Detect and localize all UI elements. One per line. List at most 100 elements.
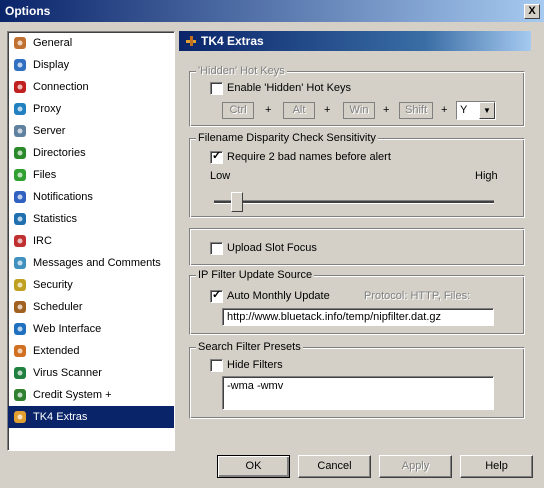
shift-key-button[interactable]: Shift bbox=[399, 102, 433, 119]
disparity-group: Filename Disparity Check Sensitivity Req… bbox=[189, 132, 525, 218]
ctrl-key-button[interactable]: Ctrl bbox=[222, 102, 254, 119]
tools-icon bbox=[14, 411, 26, 423]
win-key-button[interactable]: Win bbox=[343, 102, 375, 119]
sidebar-item-label: Virus Scanner bbox=[33, 367, 102, 379]
hide-filters-checkbox[interactable] bbox=[210, 359, 223, 372]
upload-slot-focus-checkbox[interactable] bbox=[210, 242, 223, 255]
sidebar-item-label: Web Interface bbox=[33, 323, 102, 335]
sidebar-item-label: Credit System + bbox=[33, 389, 112, 401]
sidebar-item-connection[interactable]: Connection bbox=[8, 76, 174, 98]
sidebar-item-label: Extended bbox=[33, 345, 80, 357]
irc-icon bbox=[14, 235, 26, 247]
credit-icon bbox=[14, 389, 26, 401]
sidebar-item-display[interactable]: Display bbox=[8, 54, 174, 76]
apply-button[interactable]: Apply bbox=[379, 455, 452, 478]
calendar-icon bbox=[14, 301, 26, 313]
sidebar-item-label: Messages and Comments bbox=[33, 257, 161, 269]
message-icon bbox=[14, 257, 26, 269]
sidebar-item-label: Notifications bbox=[33, 191, 93, 203]
sidebar-item-label: General bbox=[33, 37, 73, 49]
folder-icon bbox=[14, 147, 26, 159]
search-presets-legend: Search Filter Presets bbox=[196, 341, 303, 353]
sensitivity-slider-track[interactable] bbox=[214, 200, 494, 204]
sidebar-item-label: Server bbox=[33, 125, 66, 137]
auto-monthly-update-checkbox[interactable] bbox=[210, 288, 223, 303]
sidebar-item-credit-system[interactable]: Credit System + bbox=[8, 384, 174, 406]
options-sidebar: General Display Connection Proxy Server Direc… bbox=[7, 31, 175, 451]
ipfilter-group: IP Filter Update Source Auto Monthly Upd… bbox=[189, 269, 525, 335]
enable-hotkeys-label: Enable 'Hidden' Hot Keys bbox=[227, 82, 352, 94]
hotkeys-group: 'Hidden' Hot Keys Enable 'Hidden' Hot Ke… bbox=[189, 65, 525, 127]
web-icon bbox=[14, 323, 26, 335]
search-presets-group: Search Filter Presets Hide Filters -wma … bbox=[189, 341, 525, 419]
sidebar-item-scheduler[interactable]: Scheduler bbox=[8, 296, 174, 318]
panel-title: TK4 Extras bbox=[201, 34, 264, 48]
sidebar-item-label: Directories bbox=[33, 147, 86, 159]
hotkey-letter-value: Y bbox=[460, 104, 468, 116]
require-bad-names-label: Require 2 bad names before alert bbox=[227, 151, 391, 163]
sidebar-item-statistics[interactable]: Statistics bbox=[8, 208, 174, 230]
files-icon bbox=[14, 169, 26, 181]
protocol-label: Protocol: HTTP, Files: bbox=[364, 290, 471, 302]
sidebar-item-security[interactable]: Security bbox=[8, 274, 174, 296]
sidebar-item-label: Statistics bbox=[33, 213, 78, 225]
lock-icon bbox=[14, 279, 26, 291]
upload-slot-focus-label: Upload Slot Focus bbox=[227, 242, 317, 254]
ipfilter-legend: IP Filter Update Source bbox=[196, 269, 315, 281]
auto-monthly-update-label: Auto Monthly Update bbox=[227, 290, 330, 302]
gear-icon bbox=[14, 37, 26, 49]
sidebar-item-virus-scanner[interactable]: Virus Scanner bbox=[8, 362, 174, 384]
plus-sign: + bbox=[383, 104, 390, 116]
sidebar-item-label: Proxy bbox=[33, 103, 62, 115]
globe-icon bbox=[14, 103, 26, 115]
sidebar-item-files[interactable]: Files bbox=[8, 164, 174, 186]
sidebar-item-notifications[interactable]: Notifications bbox=[8, 186, 174, 208]
ok-button[interactable]: OK bbox=[217, 455, 290, 478]
sidebar-item-irc[interactable]: IRC bbox=[8, 230, 174, 252]
panel-header: TK4 Extras bbox=[179, 31, 531, 51]
sidebar-item-extended[interactable]: Extended bbox=[8, 340, 174, 362]
sidebar-item-server[interactable]: Server bbox=[8, 120, 174, 142]
disparity-legend: Filename Disparity Check Sensitivity bbox=[196, 132, 378, 144]
hotkey-letter-select[interactable]: Y ▼ bbox=[456, 101, 496, 120]
sidebar-item-label: Scheduler bbox=[33, 301, 83, 313]
sidebar-item-proxy[interactable]: Proxy bbox=[8, 98, 174, 120]
sidebar-item-label: TK4 Extras bbox=[33, 411, 88, 423]
cancel-button[interactable]: Cancel bbox=[298, 455, 371, 478]
monitor-icon bbox=[14, 59, 26, 71]
close-button[interactable]: X bbox=[524, 4, 540, 19]
sidebar-item-directories[interactable]: Directories bbox=[8, 142, 174, 164]
sidebar-item-label: Files bbox=[33, 169, 57, 181]
bell-icon bbox=[14, 191, 26, 203]
slider-low-label: Low bbox=[210, 170, 231, 182]
title-bar: Options X bbox=[0, 0, 544, 22]
sensitivity-slider-thumb[interactable] bbox=[230, 192, 243, 212]
sidebar-item-messages-and-comments[interactable]: Messages and Comments bbox=[8, 252, 174, 274]
upload-slot-group: Upload Slot Focus bbox=[189, 228, 525, 266]
sidebar-item-label: Security bbox=[33, 279, 73, 291]
plus-sign: + bbox=[265, 104, 272, 116]
plus-sign: + bbox=[324, 104, 331, 116]
tools-icon bbox=[186, 36, 196, 46]
sidebar-item-general[interactable]: General bbox=[8, 32, 174, 54]
help-button[interactable]: Help bbox=[460, 455, 533, 478]
puzzle-icon bbox=[14, 345, 26, 357]
sidebar-item-label: Display bbox=[33, 59, 70, 71]
sidebar-item-tk4-extras[interactable]: TK4 Extras bbox=[8, 406, 174, 428]
search-filters-textarea[interactable]: -wma -wmv bbox=[222, 376, 494, 410]
chevron-down-icon[interactable]: ▼ bbox=[479, 102, 495, 119]
require-bad-names-checkbox[interactable] bbox=[210, 149, 223, 164]
sidebar-item-label: IRC bbox=[33, 235, 52, 247]
plus-sign: + bbox=[441, 104, 448, 116]
slider-high-label: High bbox=[475, 170, 498, 182]
sidebar-item-label: Connection bbox=[33, 81, 89, 93]
enable-hotkeys-checkbox[interactable] bbox=[210, 82, 223, 95]
hide-filters-label: Hide Filters bbox=[227, 359, 283, 371]
alt-key-button[interactable]: Alt bbox=[283, 102, 315, 119]
shield-icon bbox=[14, 367, 26, 379]
sidebar-item-web-interface[interactable]: Web Interface bbox=[8, 318, 174, 340]
plug-icon bbox=[14, 81, 26, 93]
server-icon bbox=[14, 125, 26, 137]
ipfilter-url-field[interactable]: http://www.bluetack.info/temp/nipfilter.… bbox=[222, 308, 494, 326]
hotkeys-legend: 'Hidden' Hot Keys bbox=[196, 65, 287, 77]
